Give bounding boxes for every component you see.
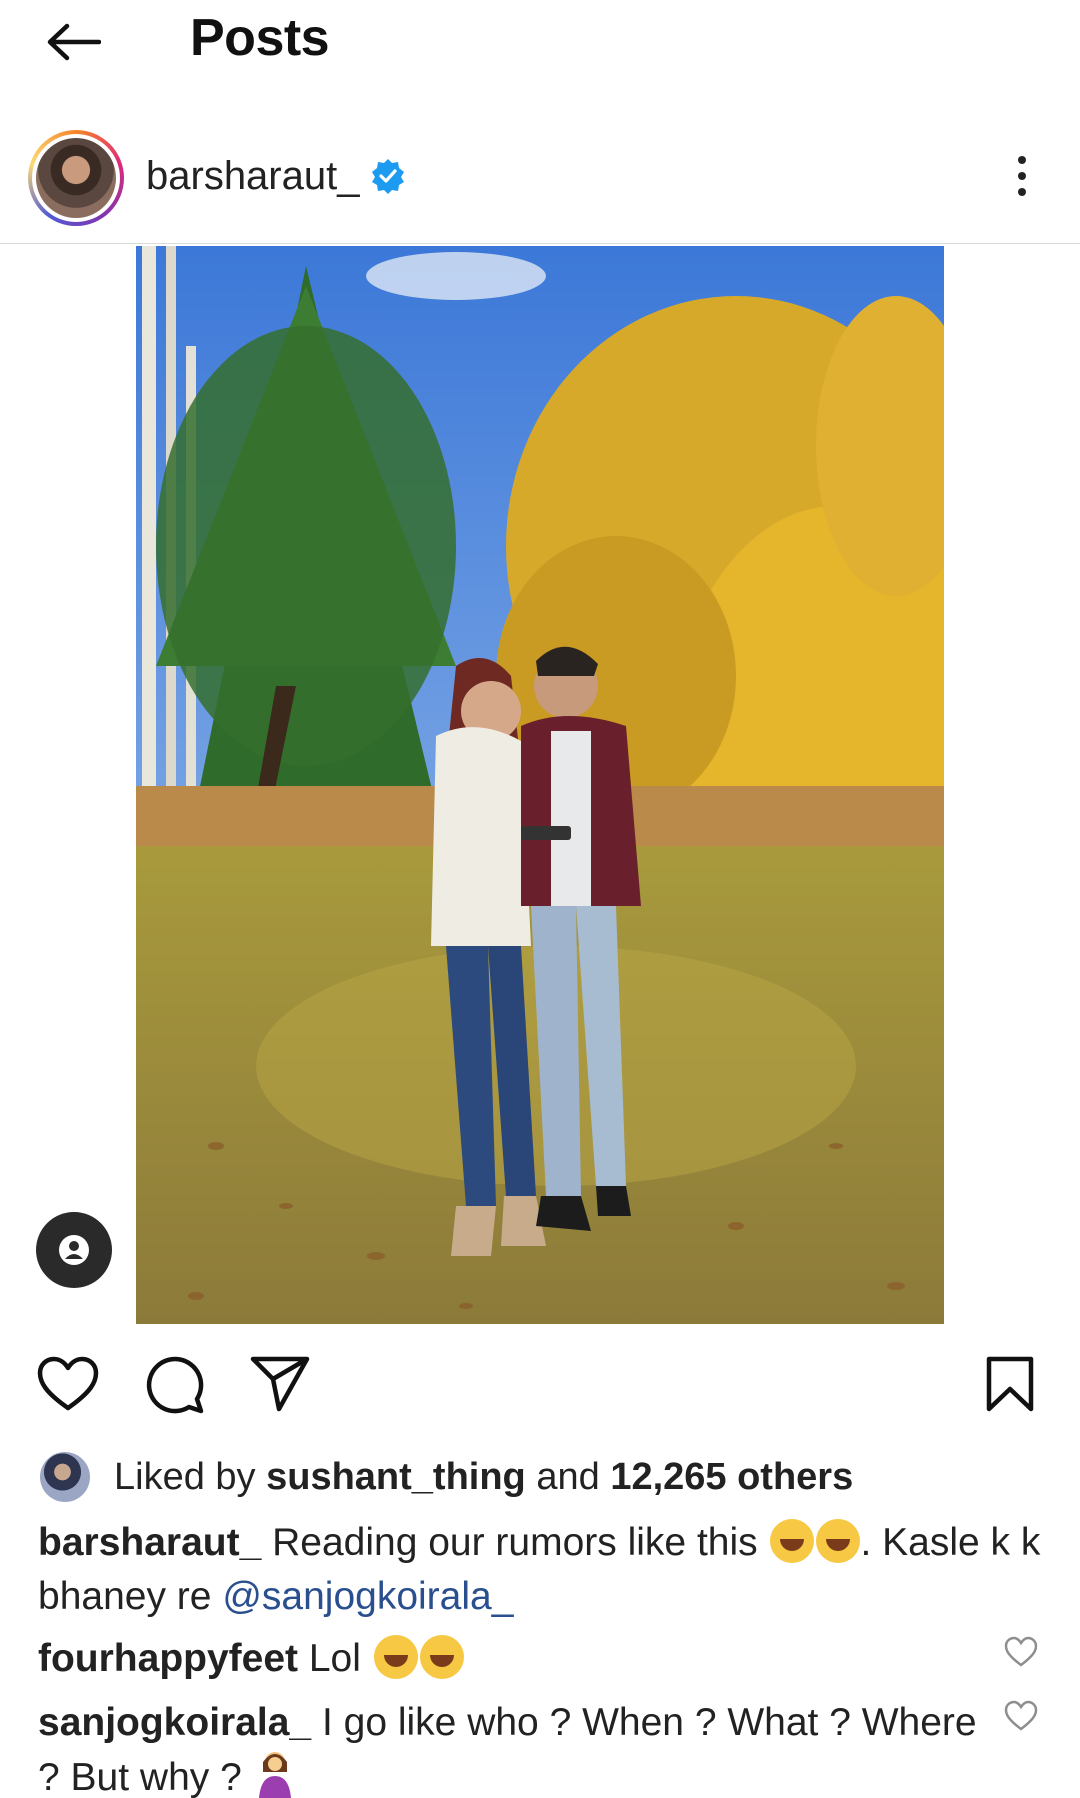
rolling-laugh-emoji-icon bbox=[816, 1519, 861, 1563]
woman-shrugging-emoji-icon bbox=[255, 1750, 295, 1798]
likes-text: Liked by sushant_thing and 12,265 others bbox=[114, 1455, 854, 1498]
back-button[interactable] bbox=[38, 14, 108, 70]
top-app-bar: Posts bbox=[0, 0, 1080, 84]
author-username[interactable]: barsharaut_ bbox=[146, 154, 359, 199]
more-options-button[interactable] bbox=[1004, 144, 1040, 208]
arrow-left-icon bbox=[47, 23, 101, 61]
heart-icon bbox=[37, 1356, 99, 1411]
comment-item: sanjogkoirala_ I go like who ? When ? Wh… bbox=[38, 1701, 977, 1798]
joy-emoji-icon bbox=[419, 1635, 464, 1679]
post-photo[interactable] bbox=[136, 246, 944, 1324]
save-button[interactable] bbox=[976, 1350, 1044, 1418]
comment-item: fourhappyfeet Lol bbox=[38, 1632, 998, 1686]
comment-like-heart-icon[interactable] bbox=[1004, 1700, 1038, 1732]
joy-emoji-icon bbox=[373, 1635, 418, 1679]
tagged-users-button[interactable] bbox=[36, 1212, 112, 1288]
bookmark-icon bbox=[986, 1356, 1034, 1412]
post-actions bbox=[0, 1350, 1080, 1430]
likes-summary[interactable]: Liked by sushant_thing and 12,265 others bbox=[40, 1452, 853, 1502]
comment-username[interactable]: sanjogkoirala_ bbox=[38, 1701, 311, 1744]
comment-button[interactable] bbox=[140, 1350, 208, 1418]
post-header: barsharaut_ bbox=[0, 118, 1080, 244]
comment-username[interactable]: fourhappyfeet bbox=[38, 1637, 298, 1680]
likes-count[interactable]: 12,265 others bbox=[610, 1456, 853, 1498]
page-title: Posts bbox=[190, 9, 330, 67]
verified-badge-icon bbox=[372, 159, 404, 194]
like-button[interactable] bbox=[34, 1350, 102, 1418]
share-button[interactable] bbox=[246, 1350, 314, 1418]
joy-emoji-icon bbox=[770, 1519, 815, 1563]
liker-username[interactable]: sushant_thing bbox=[266, 1456, 526, 1498]
post-photo-image bbox=[136, 246, 944, 1324]
author-avatar[interactable] bbox=[28, 130, 124, 226]
send-icon bbox=[250, 1356, 310, 1412]
comment-like-heart-icon[interactable] bbox=[1004, 1636, 1038, 1668]
post-caption: barsharaut_ Reading our rumors like this… bbox=[38, 1519, 1041, 1618]
more-vertical-icon bbox=[1018, 156, 1026, 164]
caption-username[interactable]: barsharaut_ bbox=[38, 1521, 261, 1564]
comment-icon bbox=[146, 1356, 204, 1414]
liker-avatar bbox=[40, 1452, 90, 1502]
caption-mention[interactable]: @sanjogkoirala_ bbox=[222, 1575, 513, 1618]
user-tag-icon bbox=[59, 1235, 89, 1265]
